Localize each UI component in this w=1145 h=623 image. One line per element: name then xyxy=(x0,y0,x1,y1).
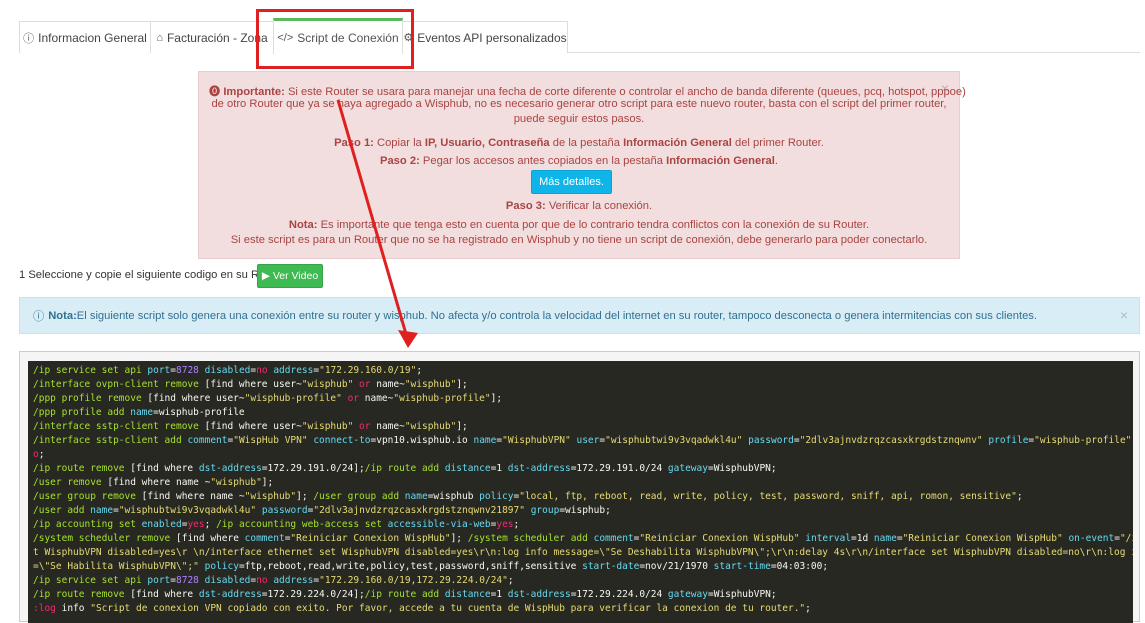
alert-text: Si este script es para un Router que no … xyxy=(230,234,928,246)
code-line: /user remove [find where name ~"wisphub"… xyxy=(33,477,274,488)
code-line: =\"Se Habilita WisphubVPN\";" policy=ftp… xyxy=(33,561,829,572)
code-line: /ip accounting set enabled=yes; /ip acco… xyxy=(33,519,520,530)
note-text: El siguiente script solo genera una cone… xyxy=(76,309,1037,322)
code-line: :log info "Script de conexion VPN copiad… xyxy=(33,603,811,614)
script-container: /ip service set api port=8728 disabled=n… xyxy=(19,351,1140,623)
alert-text: Si este Router se usara para manejar una… xyxy=(284,86,966,98)
code-line: /ip route remove [find where dst-address… xyxy=(33,463,777,474)
code-line: /ppp profile remove [find where user~"wi… xyxy=(33,393,503,404)
close-icon[interactable]: × xyxy=(1120,307,1128,323)
watch-video-button[interactable]: ▶ Ver Video xyxy=(257,264,323,288)
tab-label: Facturación - Zona xyxy=(166,30,268,45)
alert-text: Es importante que tenga esto en cuenta p… xyxy=(317,219,870,231)
code-line: /user add name="wisphubtwi9v3vqadwkl4u" … xyxy=(33,505,611,516)
alert-text: del primer Router. xyxy=(731,137,824,149)
code-line: /system scheduler remove [find where com… xyxy=(33,533,1133,544)
alert-text: puede seguir estos pasos. xyxy=(513,113,645,125)
red-highlight-box xyxy=(256,9,414,69)
code-line: /interface sstp-client remove [find wher… xyxy=(33,421,468,432)
alert-bold: IP, Usuario, Contraseña xyxy=(424,137,550,149)
step-2: Paso 2: Pegar los accesos antes copiados… xyxy=(209,155,949,167)
important-alert: × ⓿ Importante: Si este Router se usara … xyxy=(198,71,966,259)
alert-line-3: puede seguir estos pasos. xyxy=(209,113,949,125)
alert-text: de otro Router que ya se haya agregado a… xyxy=(211,98,947,110)
alert-text: Verificar la conexión. xyxy=(545,200,653,212)
note-alert: ⓘ Nota: El siguiente script solo genera … xyxy=(19,297,1140,334)
code-line: o; xyxy=(33,449,45,460)
alert-line-1: ⓿ Importante: Si este Router se usara pa… xyxy=(209,83,966,99)
alert-bold: Información General xyxy=(623,137,732,149)
alert-text: . xyxy=(774,155,778,167)
note-line-1: Nota: Es importante que tenga esto en cu… xyxy=(209,219,949,231)
copy-instruction: 1 Seleccione y copie el siguiente codigo… xyxy=(19,269,270,281)
note-line-2: Si este script es para un Router que no … xyxy=(209,234,949,246)
exclamation-icon: ⓿ xyxy=(209,86,221,98)
info-icon: ⓘ xyxy=(33,310,45,323)
note-label: Nota: xyxy=(288,219,318,231)
code-line: /ip service set api port=8728 disabled=n… xyxy=(33,365,423,376)
code-line: /ip service set api port=8728 disabled=n… xyxy=(33,575,514,586)
note-label: Nota: xyxy=(48,309,77,322)
info-icon: ⓘ xyxy=(23,32,35,45)
alert-text: Pegar los accesos antes copiados en la p… xyxy=(419,155,667,167)
code-line: /ip route remove [find where dst-address… xyxy=(33,589,777,600)
more-details-button[interactable]: Más detalles. xyxy=(531,170,612,194)
code-line: /interface ovpn-client remove [find wher… xyxy=(33,379,468,390)
code-line: /ppp profile add name=wisphub-profile xyxy=(33,407,245,418)
script-code-block[interactable]: /ip service set api port=8728 disabled=n… xyxy=(28,361,1133,623)
step-1: Paso 1: Copiar la IP, Usuario, Contraseñ… xyxy=(209,137,949,149)
step-label: Paso 1: xyxy=(334,137,374,149)
tab-eventos-api[interactable]: ⚙ Eventos API personalizados xyxy=(402,21,568,53)
alert-text: Copiar la xyxy=(373,137,425,149)
home-icon: ⌂ xyxy=(156,31,163,44)
tab-label: Informacion General xyxy=(38,30,147,45)
alert-line-2: de otro Router que ya se haya agregado a… xyxy=(209,98,949,110)
code-line: /interface sstp-client add comment="Wisp… xyxy=(33,435,1132,446)
alert-bold: Información General xyxy=(666,155,775,167)
alert-text: de la pestaña xyxy=(549,137,624,149)
important-label: Importante: xyxy=(223,86,285,98)
code-line: t WisphubVPN disabled=yes\r \n/interface… xyxy=(33,547,1133,558)
tab-informacion-general[interactable]: ⓘ Informacion General xyxy=(19,21,151,53)
step-3: Paso 3: Verificar la conexión. xyxy=(209,200,949,212)
tab-label: Eventos API personalizados xyxy=(417,30,567,45)
step-label: Paso 3: xyxy=(505,200,546,212)
code-line: /user group remove [find where name ~"wi… xyxy=(33,491,1023,502)
step-label: Paso 2: xyxy=(380,155,420,167)
